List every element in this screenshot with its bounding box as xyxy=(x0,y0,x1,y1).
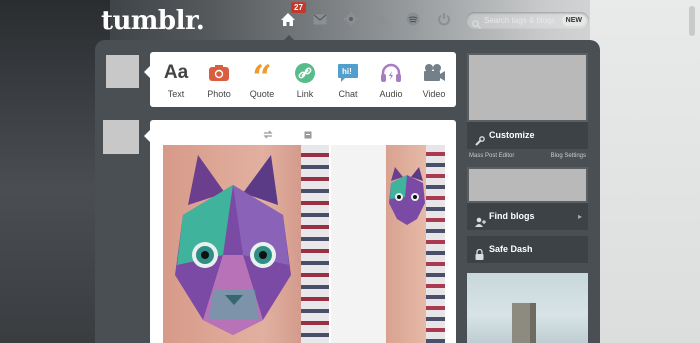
chevron-right-icon: ▸ xyxy=(577,212,582,221)
post-type-photo[interactable]: Photo xyxy=(199,60,239,99)
lock-icon xyxy=(475,244,484,271)
explore-icon[interactable]: e xyxy=(374,11,390,27)
safe-dash-label: Safe Dash xyxy=(489,244,533,254)
home-icon[interactable] xyxy=(280,11,296,27)
person-add-icon xyxy=(475,211,486,238)
post-type-label: Link xyxy=(296,89,314,99)
mail-icon[interactable] xyxy=(312,11,328,27)
scrollbar[interactable] xyxy=(689,6,695,36)
text-icon: Aa xyxy=(163,62,189,83)
post-type-label: Quote xyxy=(249,89,275,99)
striped-shirt xyxy=(426,145,445,343)
post-type-link[interactable]: Link xyxy=(285,60,325,99)
new-badge: NEW xyxy=(561,15,586,26)
striped-shirt xyxy=(301,145,329,343)
notification-badge: 27 xyxy=(291,2,306,13)
wrench-icon xyxy=(475,130,485,157)
find-blogs-banner[interactable] xyxy=(467,167,588,203)
quote-icon: “ xyxy=(252,58,272,98)
sidebar: Customize Mass Post Editor Blog Settings… xyxy=(467,53,588,263)
camera-icon xyxy=(199,60,239,86)
gear-icon[interactable] xyxy=(343,11,359,27)
post-type-label: Audio xyxy=(379,89,403,99)
tattoo-photo-arm[interactable] xyxy=(331,145,445,343)
video-icon xyxy=(414,60,454,86)
find-blogs-label: Find blogs xyxy=(489,211,535,221)
photoset[interactable] xyxy=(163,145,445,343)
blog-settings-link[interactable]: Blog Settings xyxy=(551,149,586,163)
tattoo-photo-closeup[interactable] xyxy=(163,145,329,343)
search-icon xyxy=(472,16,481,34)
post-type-text[interactable]: Aa Text xyxy=(156,60,196,99)
post-type-label: Chat xyxy=(338,89,358,99)
background-right xyxy=(590,0,700,343)
post-type-bar: Aa Text Photo “ Quote Link hi! Chat Audi… xyxy=(150,52,456,107)
blog-avatar[interactable] xyxy=(103,120,139,154)
dashboard-post xyxy=(150,120,456,343)
svg-text:hi!: hi! xyxy=(342,67,352,76)
reblog-icon[interactable] xyxy=(263,126,273,144)
svg-text:e: e xyxy=(376,12,386,27)
search-input[interactable] xyxy=(484,12,554,29)
post-type-label: Video xyxy=(422,89,446,99)
blog-links: Mass Post Editor Blog Settings xyxy=(467,149,588,163)
post-type-quote[interactable]: “ Quote xyxy=(242,60,282,99)
headphones-icon xyxy=(371,60,411,86)
search-bar[interactable]: NEW xyxy=(466,12,589,29)
post-type-audio[interactable]: Audio xyxy=(371,60,411,99)
post-type-video[interactable]: Video xyxy=(414,60,454,99)
background-left xyxy=(0,0,110,343)
link-icon xyxy=(285,60,325,86)
customize-label: Customize xyxy=(489,130,535,140)
user-avatar[interactable] xyxy=(106,55,139,88)
safe-dash-link[interactable]: Safe Dash xyxy=(467,236,588,263)
customize-link[interactable]: Customize xyxy=(467,122,588,149)
blog-header-image[interactable] xyxy=(467,53,588,122)
building-image xyxy=(512,303,536,343)
post-type-label: Photo xyxy=(207,89,231,99)
tumblr-logo[interactable]: tumblr. xyxy=(101,6,205,36)
radar-photo[interactable] xyxy=(467,273,588,343)
post-type-label: Text xyxy=(167,89,185,99)
power-icon[interactable] xyxy=(436,11,452,27)
activity-icon[interactable] xyxy=(405,11,421,27)
post-type-chat[interactable]: hi! Chat xyxy=(328,60,368,99)
chat-icon: hi! xyxy=(328,60,368,86)
post-menu-icon[interactable] xyxy=(304,126,312,144)
find-blogs-link[interactable]: Find blogs ▸ xyxy=(467,203,588,230)
